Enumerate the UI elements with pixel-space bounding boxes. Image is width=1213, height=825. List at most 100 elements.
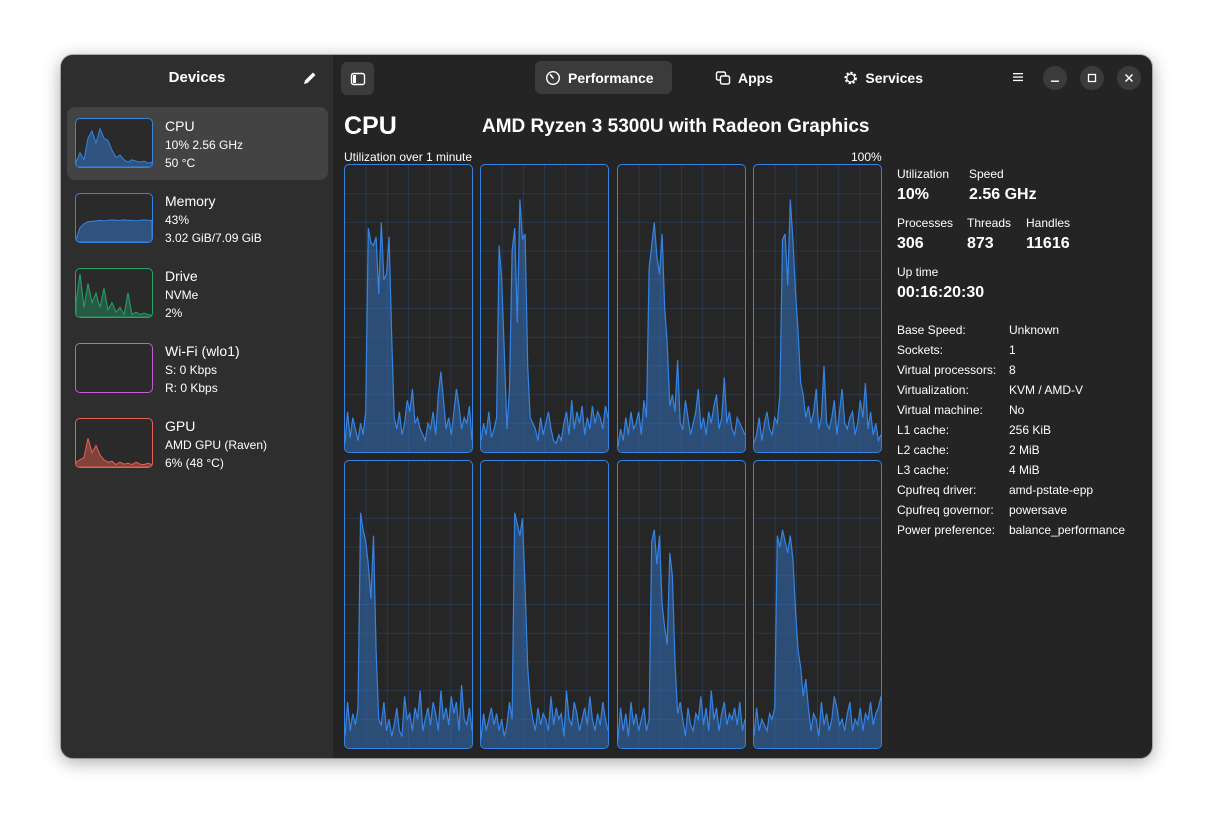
processes-value: 306 [897, 235, 924, 252]
core-graph-plot [753, 165, 881, 452]
minimize-icon [1051, 80, 1059, 82]
device-detail: NVMe [165, 288, 199, 302]
info-value: amd-pstate-epp [1009, 483, 1094, 497]
device-name: CPU [165, 118, 195, 134]
tab-label: Services [865, 69, 923, 86]
info-key: Base Speed: [897, 323, 966, 337]
device-detail: 2% [165, 306, 183, 320]
device-detail: S: 0 Kbps [165, 363, 218, 377]
device-cpu[interactable]: CPU 10% 2.56 GHz 50 °C [67, 107, 328, 180]
stat-label: Speed [969, 167, 1004, 181]
graph-max-label: 100% [851, 150, 882, 164]
drive-thumb-area [76, 273, 152, 317]
device-drive[interactable]: Drive NVMe 2% [67, 257, 328, 330]
info-value: powersave [1009, 503, 1068, 517]
close-button[interactable] [1117, 66, 1141, 90]
sidebar-title: Devices [168, 69, 226, 86]
core-graph [344, 460, 473, 749]
info-value: No [1009, 403, 1025, 417]
device-detail: 10% 2.56 GHz [165, 138, 244, 152]
maximize-icon [1087, 73, 1097, 83]
info-key: Power preference: [897, 523, 996, 537]
core-graph [616, 460, 746, 749]
info-value: KVM / AMD-V [1009, 383, 1084, 397]
device-detail: R: 0 Kbps [165, 381, 218, 395]
gpu-thumbnail-graph [75, 418, 153, 468]
core-graph-plot [617, 461, 745, 748]
minimize-button[interactable] [1043, 66, 1067, 90]
cpu-thumb-area [76, 127, 152, 167]
core-graph [752, 164, 882, 453]
device-name: Memory [165, 193, 216, 209]
edit-button[interactable] [297, 65, 323, 91]
device-detail: 43% [165, 213, 190, 227]
stat-label: Handles [1026, 216, 1071, 230]
info-key: L1 cache: [897, 423, 950, 437]
tab-services[interactable]: Services [833, 61, 933, 94]
cpu-model: AMD Ryzen 3 5300U with Radeon Graphics [482, 116, 870, 137]
core-graph-plot [345, 165, 472, 452]
device-name: GPU [165, 418, 196, 434]
info-key: Virtual machine: [897, 403, 983, 417]
main-menu-button[interactable] [1005, 64, 1031, 90]
stat-label: Processes [897, 216, 954, 230]
speedometer-icon [545, 70, 561, 85]
app-window: Devices CPU 10% 2.56 GHz 50 °C Memory 43… [61, 55, 1152, 758]
uptime-value: 00:16:20:30 [897, 284, 985, 301]
info-key: Virtualization: [897, 383, 969, 397]
info-key: Sockets: [897, 343, 944, 357]
info-key: Cpufreq driver: [897, 483, 977, 497]
info-key: Virtual processors: [897, 363, 997, 377]
graph-caption: Utilization over 1 minute [344, 150, 473, 164]
info-value: 2 MiB [1009, 443, 1040, 457]
device-detail: AMD GPU (Raven) [165, 438, 268, 452]
info-key: L3 cache: [897, 463, 950, 477]
stat-label: Up time [897, 265, 939, 279]
hamburger-menu-icon [1013, 73, 1023, 82]
core-graph-plot [345, 461, 472, 748]
cpu-thumbnail-graph [75, 118, 153, 168]
sidebar-toggle-button[interactable] [341, 62, 374, 95]
device-gpu[interactable]: GPU AMD GPU (Raven) 6% (48 °C) [67, 407, 328, 480]
core-graph [616, 164, 746, 453]
main-panel: Performance Apps Services CPU AMD Ryzen … [333, 55, 1152, 758]
device-detail: 50 °C [165, 156, 196, 170]
info-key: L2 cache: [897, 443, 950, 457]
windows-icon [715, 70, 731, 85]
sidebar: Devices CPU 10% 2.56 GHz 50 °C Memory 43… [61, 55, 333, 758]
core-graph-plot [481, 165, 609, 452]
device-detail: 3.02 GiB/7.09 GiB [165, 231, 262, 245]
info-key: Cpufreq governor: [897, 503, 994, 517]
gear-icon [844, 71, 857, 84]
threads-value: 873 [967, 235, 994, 252]
info-value: 256 KiB [1009, 423, 1052, 437]
tab-performance[interactable]: Performance [535, 61, 672, 94]
core-graph-plot [481, 461, 609, 748]
stat-label: Threads [967, 216, 1012, 230]
memory-thumbnail-graph [75, 193, 153, 243]
gpu-thumb-area [76, 438, 152, 467]
core-graph-plot [617, 165, 745, 452]
speed-value: 2.56 GHz [969, 186, 1037, 203]
tab-apps[interactable]: Apps [705, 61, 785, 94]
device-wifi[interactable]: Wi-Fi (wlo1) S: 0 Kbps R: 0 Kbps [67, 332, 328, 405]
sidebar-header: Devices [61, 55, 333, 101]
device-memory[interactable]: Memory 43% 3.02 GiB/7.09 GiB [67, 182, 328, 255]
info-value: Unknown [1009, 323, 1060, 337]
edit-icon [304, 72, 316, 84]
handles-value: 11616 [1026, 235, 1070, 252]
core-graph [752, 460, 882, 749]
device-detail: 6% (48 °C) [165, 456, 224, 470]
close-icon [1124, 73, 1134, 83]
info-value: balance_performance [1009, 523, 1126, 537]
wifi-thumbnail-graph [75, 343, 153, 393]
info-value: 1 [1009, 343, 1016, 357]
maximize-button[interactable] [1080, 66, 1104, 90]
device-name: Wi-Fi (wlo1) [165, 343, 240, 359]
core-graph-plot [753, 461, 881, 748]
drive-thumbnail-graph [75, 268, 153, 318]
core-graph [480, 164, 610, 453]
sidebar-toggle-icon [350, 72, 365, 85]
device-name: Drive [165, 268, 198, 284]
memory-thumb-area [76, 219, 152, 242]
